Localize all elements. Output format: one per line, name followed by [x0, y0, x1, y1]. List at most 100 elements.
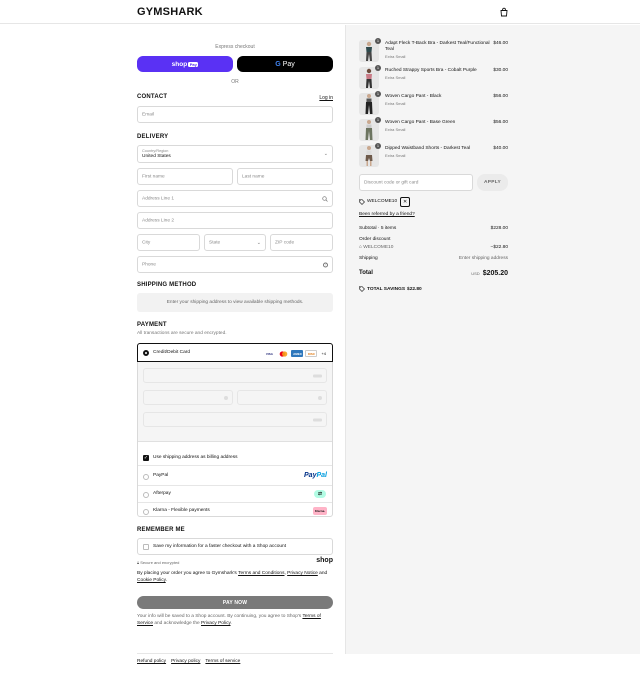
quantity-badge: 1 — [375, 91, 381, 97]
terms-of-service-link[interactable]: Terms of service — [205, 659, 240, 664]
item-name: Adapt Fleck T-Back Bra - Darkest Teal/Fu… — [385, 41, 490, 52]
info-icon — [318, 395, 322, 400]
google-pay-button[interactable]: G Pay — [237, 56, 333, 72]
discount-tag-code: WELCOME10 — [367, 199, 398, 204]
shop-account-info: Your info will be saved to a Shop accoun… — [137, 613, 333, 627]
chevron-down-icon: ⌄ — [256, 239, 261, 246]
discount-tag: WELCOME10 ✕ — [359, 196, 411, 207]
discount-code-field[interactable]: Discount code or gift card — [359, 174, 473, 191]
klarna-option[interactable]: Klarna - Flexible payments Klarna. — [138, 502, 332, 519]
klarna-radio[interactable] — [143, 509, 149, 515]
chevron-down-icon: ⌄ — [323, 151, 328, 157]
help-icon[interactable]: ? — [323, 262, 328, 267]
country-select[interactable]: Country/Region United States ⌄ — [137, 145, 333, 163]
zip-code-field[interactable]: ZIP code — [270, 234, 333, 251]
gymshark-logo[interactable]: GYMSHARK — [137, 6, 203, 18]
remember-me-option[interactable]: Save my information for a faster checkou… — [137, 538, 333, 555]
referred-friend-link[interactable]: Been referred by a friend? — [359, 212, 415, 217]
item-swatch — [366, 74, 372, 79]
contact-title: CONTACT — [137, 94, 168, 100]
total-row: Total USD $205.20 — [359, 270, 508, 277]
pay-now-button[interactable]: PAY NOW — [137, 596, 333, 609]
discount-value: −$22.80 — [490, 245, 508, 250]
delivery-title: DELIVERY — [137, 134, 169, 140]
discount-code-line: ⌂ WELCOME10 — [359, 245, 393, 250]
shipping-method-title: SHIPPING METHOD — [137, 282, 197, 288]
last-name-field[interactable]: Last name — [237, 168, 333, 185]
quantity-badge: 1 — [375, 38, 381, 44]
email-field[interactable]: Email — [137, 106, 333, 123]
card-cvc-field[interactable] — [237, 390, 327, 405]
item-price: $56.00 — [493, 120, 508, 125]
remember-me-label: Save my information for a faster checkou… — [153, 544, 287, 549]
paypal-radio[interactable] — [143, 474, 149, 480]
country-value: United States — [142, 154, 171, 159]
item-variant: Extra Small — [385, 101, 406, 106]
shop-info-mid: and acknowledge the — [153, 621, 202, 626]
privacy-policy-link[interactable]: Privacy policy — [171, 659, 200, 664]
total-value: $205.20 — [482, 270, 508, 277]
currency-label: USD — [471, 271, 480, 276]
search-icon — [322, 195, 328, 202]
credit-card-label: Credit/Debit Card — [153, 350, 191, 355]
billing-same-checkbox[interactable]: ✓ — [143, 455, 149, 461]
subtotal-value: $228.00 — [490, 226, 508, 231]
or-divider: OR — [231, 79, 239, 85]
shop-logo: shop — [316, 557, 333, 564]
cart-item: 1 Woven Cargo Pant - Black Extra Small $… — [359, 91, 508, 117]
item-name: Woven Cargo Pant - Black — [385, 94, 442, 99]
secure-text: Secure and encrypted — [140, 560, 180, 565]
shop-pay-button[interactable]: shop Pay — [137, 56, 233, 72]
first-name-field[interactable]: First name — [137, 168, 233, 185]
item-variant: Extra Small — [385, 127, 406, 132]
payment-subtitle: All transactions are secure and encrypte… — [137, 331, 227, 336]
address-line-1-field[interactable]: Address Line 1 — [137, 190, 333, 207]
afterpay-radio[interactable] — [143, 492, 149, 498]
afterpay-logo-icon: ⇄ — [314, 490, 326, 498]
item-name: Ruched Strappy Sports Bra - Cobalt Purpl… — [385, 68, 477, 73]
item-swatch — [365, 155, 373, 161]
paypal-option[interactable]: PayPal PayPal — [138, 468, 332, 485]
credit-card-radio[interactable] — [143, 350, 149, 356]
shop-info-end: . — [230, 621, 232, 626]
city-field[interactable]: City — [137, 234, 200, 251]
visa-icon: VISA — [265, 351, 273, 356]
total-amount: USD $205.20 — [471, 270, 508, 277]
address-line-2-field[interactable]: Address Line 2 — [137, 212, 333, 229]
payment-title: PAYMENT — [137, 322, 167, 328]
privacy-notice-link[interactable]: Privacy Notice — [287, 571, 318, 576]
credit-card-option[interactable]: Credit/Debit Card VISA AMEX DISC +4 — [137, 343, 333, 362]
billing-same-label: Use shipping address as billing address — [153, 455, 238, 460]
card-expiry-field[interactable] — [143, 390, 233, 405]
afterpay-option[interactable]: Afterpay ⇄ — [138, 485, 332, 502]
email-placeholder: Email — [142, 112, 154, 117]
phone-field[interactable]: Phone ? — [137, 256, 333, 273]
remember-me-title: REMEMBER ME — [137, 527, 185, 533]
remember-me-checkbox[interactable] — [143, 544, 149, 550]
shop-pay-text: shop — [171, 60, 188, 68]
total-savings-value: $22.80 — [407, 286, 422, 292]
terms-and: and — [317, 571, 328, 576]
afterpay-label: Afterpay — [153, 491, 171, 496]
remove-discount-button[interactable]: ✕ — [400, 196, 411, 207]
shipping-method-message: Enter your shipping address to view avai… — [137, 293, 333, 312]
state-select[interactable]: State ⌄ — [204, 234, 266, 251]
header: GYMSHARK — [0, 0, 640, 24]
address-line-1-placeholder: Address Line 1 — [142, 196, 174, 201]
apply-button[interactable]: APPLY — [477, 174, 508, 191]
item-price: $56.00 — [493, 94, 508, 99]
card-number-field[interactable] — [143, 368, 327, 383]
shop-pay-badge: Pay — [188, 61, 199, 67]
shipping-label: Shipping — [359, 256, 378, 261]
card-name-field[interactable] — [143, 412, 327, 427]
shopping-bag-icon[interactable] — [499, 7, 509, 17]
terms-and-conditions-link[interactable]: Terms and Conditions — [238, 571, 284, 576]
refund-policy-link[interactable]: Refund policy — [137, 659, 166, 664]
login-link[interactable]: Log in — [319, 95, 333, 101]
discover-icon: DISC — [305, 350, 318, 357]
item-name: Woven Cargo Pant - Base Green — [385, 120, 456, 125]
item-variant: Extra Small — [385, 54, 406, 59]
shop-privacy-link[interactable]: Privacy Policy — [201, 621, 231, 626]
quantity-badge: 1 — [375, 143, 381, 149]
cookie-policy-link[interactable]: Cookie Policy — [137, 578, 166, 583]
